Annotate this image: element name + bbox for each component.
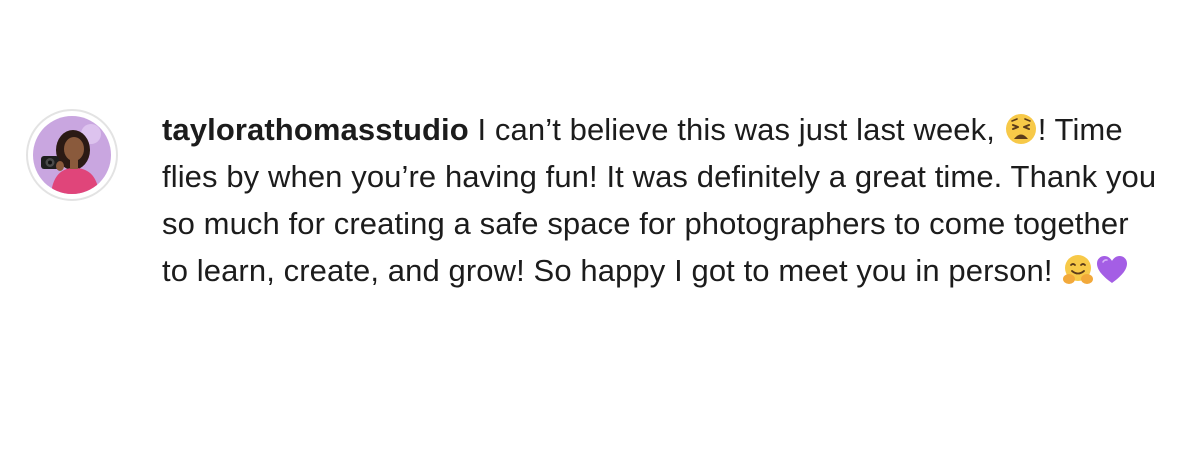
comment-text: taylorathomasstudio I can’t believe this… [162, 106, 1162, 294]
weary-face-icon [1005, 114, 1036, 144]
comment-text-part1: I can’t believe this was just last week, [468, 112, 1004, 147]
avatar[interactable] [26, 109, 118, 201]
hugging-face-icon [1063, 255, 1094, 284]
profile-photo [33, 116, 111, 194]
purple-heart-icon [1097, 256, 1128, 283]
comment-item: taylorathomasstudio I can’t believe this… [26, 106, 1186, 294]
username-link[interactable]: taylorathomasstudio [162, 112, 469, 147]
